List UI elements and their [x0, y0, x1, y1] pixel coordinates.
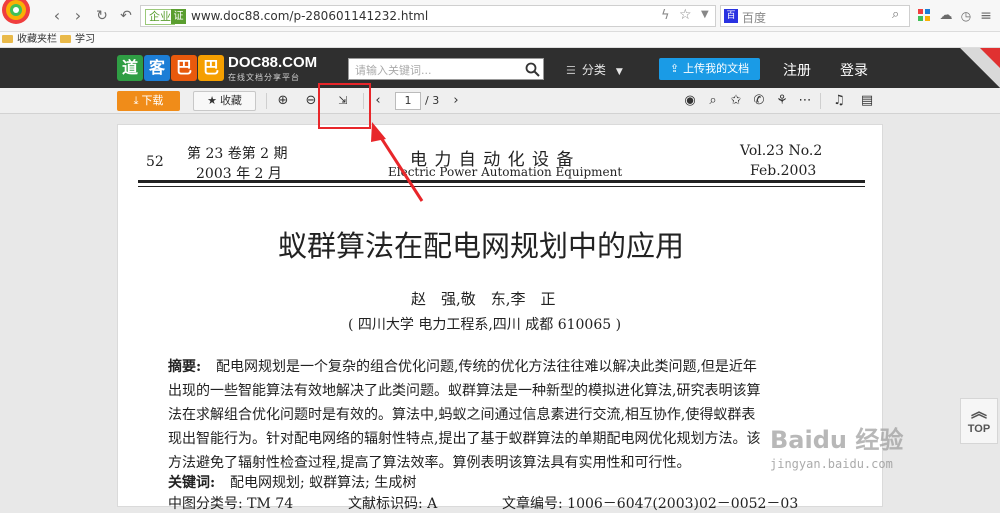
download-button[interactable]: ⤓ 下载	[117, 91, 180, 111]
keywords-label: 关键词:	[168, 475, 216, 491]
prev-page-icon[interactable]: ‹	[368, 91, 388, 111]
page-number: 52	[146, 154, 164, 170]
next-page-icon[interactable]: ›	[446, 91, 466, 111]
abstract-line: 现出智能行为。针对配电网络的辐射性特点,提出了基于蚁群算法的单期配电网优化规划方…	[168, 431, 761, 447]
watermark-url: jingyan.baidu.com	[770, 457, 893, 471]
star-icon: ★	[207, 94, 217, 107]
logo-char: 巴	[171, 55, 197, 81]
apps-icon[interactable]	[918, 9, 930, 21]
abstract-line: 法在求解组合优化问题时是有效的。算法中,蚂蚁之间通过信息素进行交流,相互协作,使…	[168, 407, 756, 423]
chevron-up-icon: ︽	[970, 404, 987, 421]
menu-icon[interactable]: ≡	[976, 6, 996, 26]
document-toolbar: ⤓ 下载 ★ 收藏 ⊕ ⊖ ⇲ ‹ 1 / 3 › ◉ ⌕ ✩ ✆ ⚘ ⋯ ♫ ▤	[0, 88, 1000, 114]
lightning-icon[interactable]: ϟ	[661, 8, 670, 23]
wechat-icon[interactable]: ✆	[749, 91, 769, 111]
search-doc-icon[interactable]: ⌕	[703, 91, 723, 111]
browser-address-bar: ‹ › ↻ ↶ 企业 证 www.doc88.com/p-28060114123…	[0, 0, 1000, 32]
comment-icon[interactable]: ▤	[857, 91, 877, 111]
class-number: 中图分类号: TM 74	[168, 496, 294, 512]
highlight-box	[318, 83, 371, 129]
document-page: 52 第 23 卷第 2 期 2003 年 2 月 电 力 自 动 化 设 备 …	[117, 124, 883, 512]
upload-button[interactable]: ⇪ 上传我的文档	[659, 58, 760, 80]
search-placeholder: 请输入关键词...	[355, 64, 432, 77]
affiliation: ( 四川大学 电力工程系,四川 成都 610065 )	[348, 317, 622, 333]
list-icon: ☰	[566, 64, 576, 77]
browser-logo-icon	[2, 0, 30, 24]
bookmark-study[interactable]: 学习	[60, 33, 95, 47]
bookmark-star-icon[interactable]: ✩	[726, 91, 746, 111]
abstract-line: 方法避免了辐射性检查过程,提高了算法效率。算例表明该算法具有实用性和可行性。	[168, 455, 691, 471]
volume-en: Vol.23 No.2	[740, 143, 823, 159]
folder-icon	[2, 35, 13, 43]
cloud-icon[interactable]: ☁	[936, 6, 956, 26]
reload-icon[interactable]: ↻	[92, 6, 112, 26]
header-rule-thin	[138, 186, 865, 187]
site-header: 道 客 巴 巴 DOC88.COM 在线文档分享平台 请输入关键词... ☰ 分类…	[0, 48, 1000, 88]
article-title: 蚁群算法在配电网规划中的应用	[278, 229, 685, 263]
document-code: 文献标识码: A	[348, 496, 438, 512]
back-icon[interactable]: ‹	[47, 6, 67, 26]
keywords: 配电网规划; 蚁群算法; 生成树	[230, 475, 417, 491]
favorite-button[interactable]: ★ 收藏	[193, 91, 256, 111]
browser-search-box[interactable]: 百 百度 ⌕	[720, 5, 910, 27]
issue-label: 第 23 卷第 2 期	[187, 146, 288, 162]
logo-tagline: 在线文档分享平台	[228, 73, 300, 82]
logo-name: DOC88.COM	[228, 54, 318, 71]
share-icon[interactable]: ⚘	[772, 91, 792, 111]
weibo-icon[interactable]: ◉	[680, 91, 700, 111]
forward-icon[interactable]: ›	[68, 6, 88, 26]
star-icon[interactable]: ☆	[679, 7, 692, 23]
logo-char: 道	[117, 55, 143, 81]
header-rule	[138, 180, 865, 183]
abstract-line: 出现的一些智能算法有效地解决了此类问题。蚁群算法是一种新型的模拟进化算法,研究表…	[168, 383, 761, 399]
site-search-input[interactable]: 请输入关键词...	[348, 58, 544, 80]
page-corner-icon[interactable]	[960, 48, 1000, 88]
url-field[interactable]: 企业 证 www.doc88.com/p-280601141232.html ϟ…	[140, 5, 716, 27]
category-dropdown[interactable]: ☰ 分类 ▼	[566, 61, 623, 78]
url-text[interactable]: www.doc88.com/p-280601141232.html	[191, 9, 428, 23]
page-total: / 3	[425, 94, 440, 107]
article-number: 文章编号: 1006－6047(2003)02－0052－03	[502, 496, 799, 512]
abstract-label: 摘要:	[168, 359, 202, 375]
history-icon[interactable]: ◷	[956, 6, 976, 26]
login-link[interactable]: 登录	[840, 60, 868, 80]
logo-char: 客	[144, 55, 170, 81]
search-engine-name: 百度	[742, 11, 767, 25]
zoom-in-icon[interactable]: ⊕	[273, 91, 293, 111]
notification-icon[interactable]: ♫	[829, 91, 849, 111]
chevron-down-icon[interactable]: ▼	[701, 9, 709, 20]
baidu-icon: 百	[724, 9, 738, 23]
chevron-down-icon: ▼	[615, 67, 623, 77]
authors: 赵 强,敬 东,李 正	[411, 290, 556, 308]
upload-icon: ⇪	[669, 62, 680, 75]
bookmarks-bar: 收藏夹栏 学习	[0, 32, 1000, 48]
date-en: Feb.2003	[750, 163, 817, 179]
certified-badge: 证	[171, 9, 186, 24]
register-link[interactable]: 注册	[783, 60, 811, 80]
download-icon: ⤓	[133, 94, 139, 107]
search-icon[interactable]: ⌕	[892, 7, 899, 22]
journal-title-en: Electric Power Automation Equipment	[388, 165, 623, 179]
undo-icon[interactable]: ↶	[116, 6, 136, 26]
back-to-top-button[interactable]: ︽ TOP	[960, 398, 998, 444]
watermark: Baidu 经验	[770, 426, 904, 454]
page-number-input[interactable]: 1	[395, 92, 421, 110]
bookmark-favorites[interactable]: 收藏夹栏	[2, 33, 57, 47]
search-icon[interactable]	[525, 62, 540, 77]
folder-icon	[60, 35, 71, 43]
abstract-line: 配电网规划是一个复杂的组合优化问题,传统的优化方法往往难以解决此类问题,但是近年	[216, 359, 757, 375]
logo-char: 巴	[198, 55, 224, 81]
more-icon[interactable]: ⋯	[795, 91, 815, 111]
